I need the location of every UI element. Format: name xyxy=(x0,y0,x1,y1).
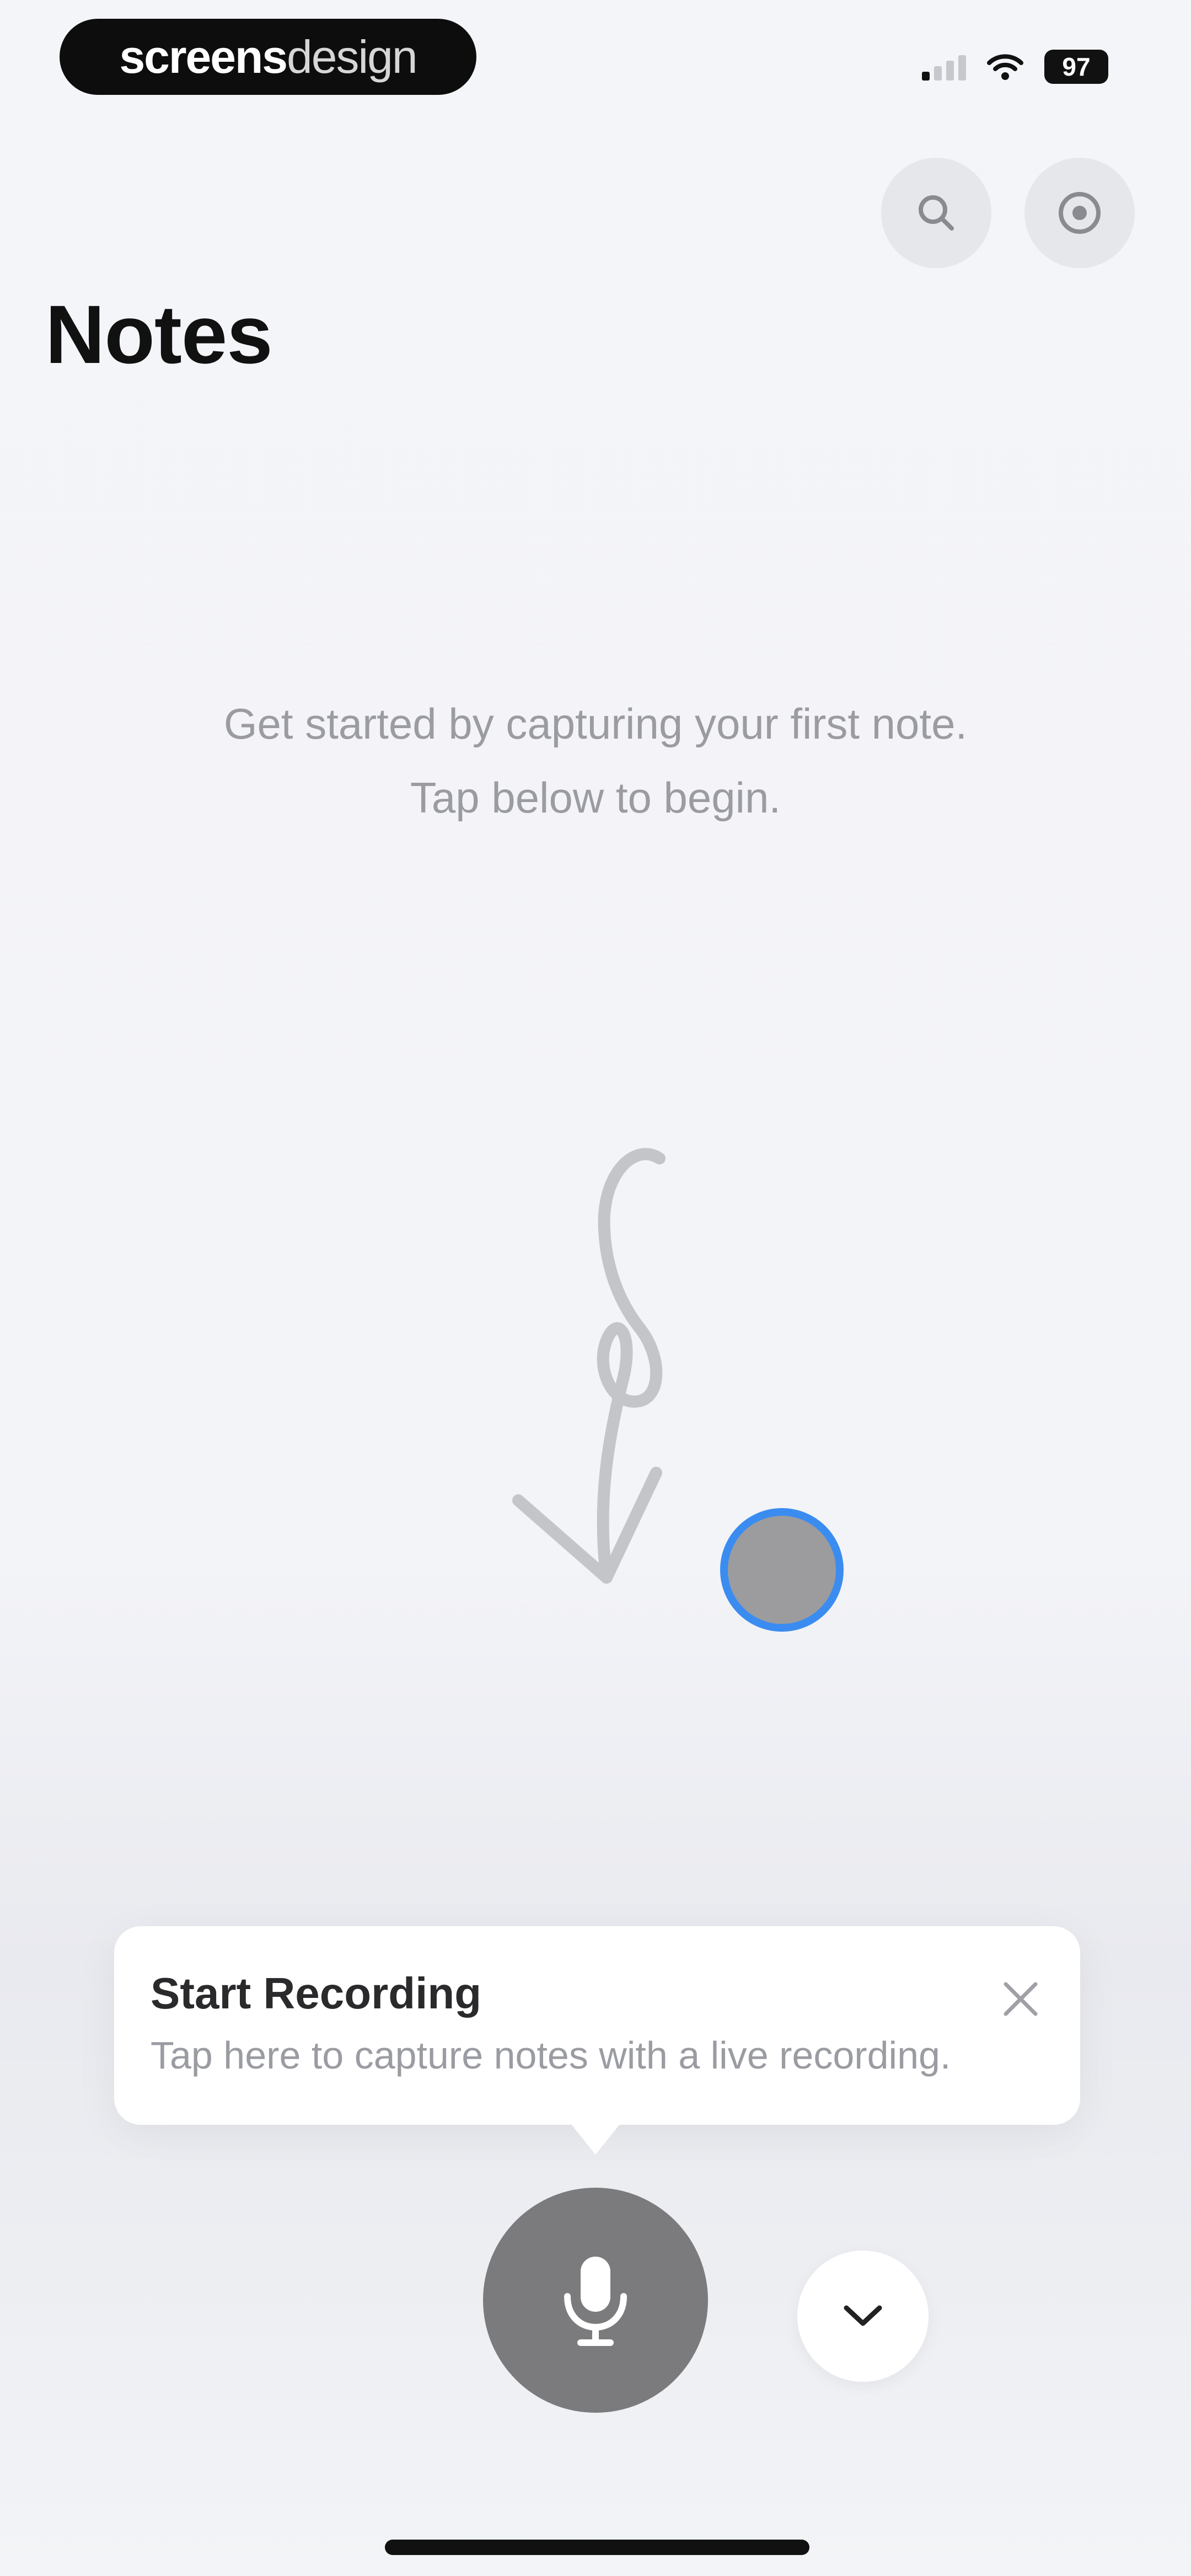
tap-indicator xyxy=(720,1508,844,1632)
settings-button[interactable] xyxy=(1024,158,1135,268)
home-indicator[interactable] xyxy=(385,2540,809,2555)
tooltip-body: Tap here to capture notes with a live re… xyxy=(151,2034,951,2077)
notes-screen: screensdesign 97 Notes Get started by c xyxy=(0,0,1191,2576)
tooltip-pointer xyxy=(569,2121,622,2155)
close-icon xyxy=(1004,1982,1038,2016)
page-title: Notes xyxy=(45,288,273,381)
brand-name-light: design xyxy=(287,30,418,83)
brand-watermark: screens design xyxy=(60,19,476,95)
microphone-icon xyxy=(564,2257,627,2346)
more-options-button[interactable] xyxy=(797,2251,929,2382)
wifi-icon xyxy=(987,54,1023,80)
empty-state-line-1: Get started by capturing your first note… xyxy=(223,699,968,748)
search-icon xyxy=(919,195,954,231)
battery-indicator: 97 xyxy=(1044,50,1108,84)
tooltip-title: Start Recording xyxy=(151,1969,482,2018)
empty-state-message: Get started by capturing your first note… xyxy=(0,687,1191,835)
empty-state-line-2: Tap below to begin. xyxy=(410,773,781,822)
brand-name-bold: screens xyxy=(119,30,288,83)
search-button[interactable] xyxy=(881,158,991,268)
settings-icon xyxy=(1059,192,1101,234)
start-recording-tooltip[interactable]: Start Recording Tap here to capture note… xyxy=(114,1926,1080,2125)
chevron-down-icon xyxy=(844,2305,882,2326)
tooltip-close-button[interactable] xyxy=(994,1973,1047,2025)
status-indicators: 97 xyxy=(922,50,1108,84)
cellular-signal-icon xyxy=(922,53,966,81)
record-button[interactable] xyxy=(483,2188,708,2413)
curly-arrow-icon xyxy=(512,1148,666,1584)
